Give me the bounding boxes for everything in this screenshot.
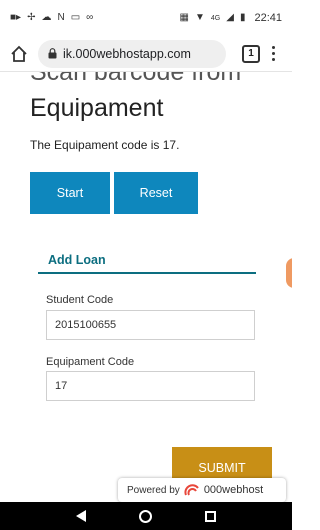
battery-icon: ▮ — [239, 12, 246, 23]
tab-switcher-button[interactable]: 1 — [242, 44, 260, 63]
equipment-code-input[interactable]: 17 — [46, 371, 255, 401]
signal-icon: ◢ — [226, 12, 234, 23]
video-icon: ■▸ — [10, 12, 22, 23]
browser-toolbar: ik.000webhostapp.com 1 — [0, 36, 292, 72]
webhost-logo-icon — [184, 484, 200, 496]
network-type: 4G — [210, 14, 221, 22]
home-icon[interactable] — [6, 41, 32, 67]
start-button[interactable]: Start — [30, 172, 110, 214]
reset-button[interactable]: Reset — [114, 172, 198, 214]
back-icon[interactable] — [76, 510, 87, 522]
recent-apps-icon[interactable] — [204, 510, 216, 522]
android-nav-bar — [0, 502, 292, 530]
nfc-icon: N — [57, 12, 65, 23]
powered-by-brand: 000webhost — [203, 484, 264, 496]
url-text: ik.000webhostapp.com — [63, 46, 191, 61]
status-bar: ■▸ ✢ ☁ N ▭ ∞ ▦ ▼ 4G ◢ ▮ 22:41 — [0, 0, 292, 36]
cloud-icon: ☁ — [41, 12, 52, 23]
heading-partial: Scan barcode from — [30, 72, 242, 86]
page-title: Equipament — [30, 94, 164, 122]
share-icon: ✢ — [27, 12, 36, 23]
status-left-icons: ■▸ ✢ ☁ N ▭ ∞ — [10, 13, 93, 23]
lock-icon — [48, 48, 57, 59]
status-right-icons: ▦ ▼ 4G ◢ ▮ 22:41 — [180, 12, 282, 24]
home-circle-icon[interactable] — [138, 509, 152, 523]
overflow-menu-icon[interactable] — [272, 46, 275, 61]
add-loan-title: Add Loan — [48, 253, 106, 267]
equipment-code-label: Equipament Code — [46, 356, 135, 368]
section-divider — [38, 272, 256, 274]
voicemail-icon: ∞ — [86, 12, 94, 23]
wifi-icon: ▼ — [195, 12, 205, 23]
powered-by-prefix: Powered by — [127, 484, 180, 496]
page-content: Scan barcode from Equipament The Equipam… — [0, 72, 292, 502]
cast-icon: ▭ — [70, 12, 81, 23]
sim-icon: ▦ — [179, 12, 189, 23]
clock: 22:41 — [254, 12, 282, 24]
equipment-code-message: The Equipament code is 17. — [30, 138, 180, 152]
side-tab-handle[interactable] — [286, 258, 292, 288]
student-code-input[interactable]: 2015100655 — [46, 310, 255, 340]
powered-by-badge[interactable]: Powered by 000webhost — [118, 478, 286, 502]
address-bar[interactable]: ik.000webhostapp.com — [38, 39, 226, 68]
student-code-label: Student Code — [46, 294, 114, 306]
